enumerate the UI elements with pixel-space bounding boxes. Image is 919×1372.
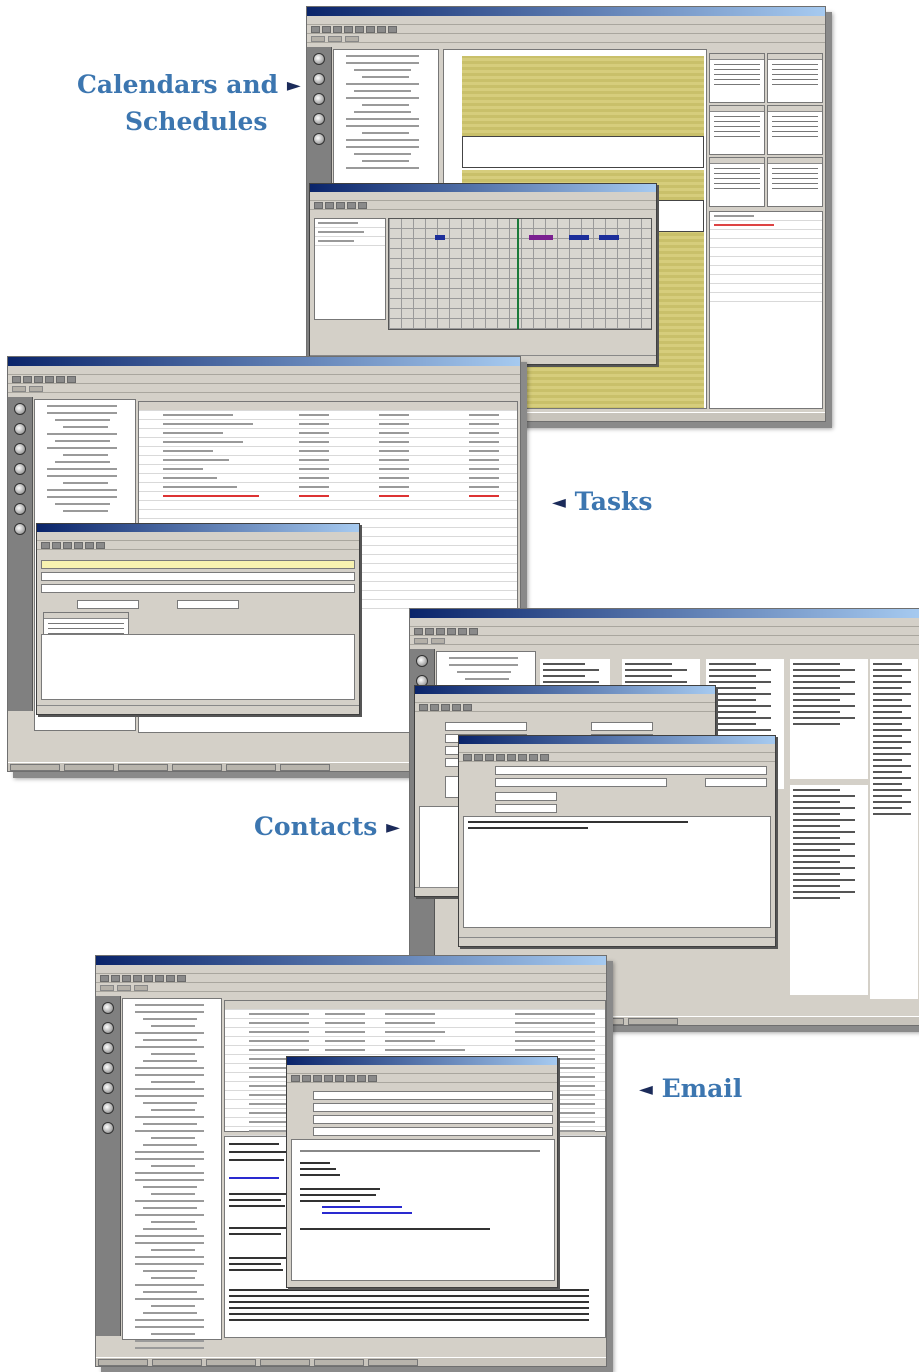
dialog-titlebar — [310, 184, 656, 192]
company-field — [705, 778, 767, 787]
contacts-icon — [313, 113, 325, 125]
left-arrow-icon: ◄ — [552, 492, 566, 513]
outlook-today-icon — [14, 403, 26, 415]
inbox-icon — [102, 1022, 114, 1034]
contacts-icon — [14, 463, 26, 475]
mini-calendar — [767, 157, 823, 207]
journal-entry-dialog — [458, 735, 776, 947]
meeting-dialog — [309, 183, 657, 365]
dialog-titlebar — [37, 524, 359, 532]
email-label: ◄ Email — [639, 1074, 742, 1105]
outlook-bar — [96, 996, 121, 1336]
inbox-icon — [313, 73, 325, 85]
subject-field — [41, 572, 355, 581]
email-label-text: Email — [661, 1074, 743, 1103]
info-bar — [41, 560, 355, 569]
tasks-icon — [14, 483, 26, 495]
calendars-label: Calendars and ► — [77, 70, 301, 101]
status-field — [77, 600, 139, 609]
outlook-today-icon — [416, 655, 428, 667]
tasks-window-titlebar — [8, 357, 520, 366]
journal-icon — [14, 523, 26, 535]
calendar-toolbar — [307, 25, 825, 34]
mini-calendar — [709, 53, 765, 103]
subject-field — [495, 766, 767, 775]
contact-card — [790, 659, 868, 779]
right-arrow-icon: ► — [386, 817, 400, 838]
message-body — [291, 1139, 555, 1281]
contacts-icon — [102, 1062, 114, 1074]
calendars-label-line1: Calendars and — [77, 70, 279, 99]
contact-card — [790, 785, 868, 995]
outlook-today-icon — [102, 1002, 114, 1014]
schedules-label: Schedules — [125, 107, 268, 137]
left-arrow-icon: ◄ — [639, 1079, 653, 1100]
windows-taskbar — [96, 1357, 606, 1366]
business-phone-field — [591, 722, 653, 731]
subject-field — [313, 1127, 553, 1136]
attendee-list — [314, 218, 386, 320]
calendars-label-line2: Schedules — [125, 107, 268, 136]
contacts-label-text: Contacts — [254, 812, 378, 841]
outlook-bar — [8, 397, 33, 711]
scheduling-grid — [388, 218, 652, 330]
inbox-icon — [14, 423, 26, 435]
folder-list — [122, 998, 222, 1349]
mini-calendar — [767, 105, 823, 155]
tasks-icon — [313, 133, 325, 145]
entry-type-field — [495, 778, 667, 787]
task-notes — [41, 634, 355, 700]
message-dialog — [286, 1056, 558, 1288]
folder-list — [333, 49, 439, 201]
calendar-icon — [102, 1042, 114, 1054]
calendar-icon — [313, 93, 325, 105]
contact-card — [870, 659, 918, 999]
contacts-label: Contacts ► — [254, 812, 400, 843]
notes-icon — [14, 503, 26, 515]
full-name-field — [445, 722, 527, 731]
calendar-icon — [14, 443, 26, 455]
contacts-window-titlebar — [410, 609, 919, 618]
email-screenshot — [95, 955, 607, 1367]
mini-calendar — [709, 105, 765, 155]
due-date-field — [41, 584, 355, 593]
journal-notes — [463, 816, 771, 928]
mini-calendar — [767, 53, 823, 103]
mini-calendar — [709, 157, 765, 207]
outlook-today-icon — [313, 53, 325, 65]
tasks-icon — [102, 1082, 114, 1094]
to-field — [313, 1091, 553, 1100]
right-arrow-icon: ► — [286, 75, 301, 96]
priority-field — [177, 600, 239, 609]
tasks-label: ◄ Tasks — [552, 487, 652, 518]
dialog-titlebar — [415, 686, 715, 694]
dialog-titlebar — [287, 1057, 557, 1065]
dialog-titlebar — [459, 736, 775, 744]
duration-field — [495, 804, 557, 813]
cc-field — [313, 1103, 553, 1112]
notes-icon — [102, 1102, 114, 1114]
calendar-window-titlebar — [307, 7, 825, 16]
journal-icon — [102, 1122, 114, 1134]
tasks-label-text: Tasks — [574, 487, 653, 516]
email-window-titlebar — [96, 956, 606, 965]
task-dialog — [36, 523, 360, 715]
bcc-field — [313, 1115, 553, 1124]
start-time-field — [495, 792, 557, 801]
taskpad — [709, 211, 823, 409]
